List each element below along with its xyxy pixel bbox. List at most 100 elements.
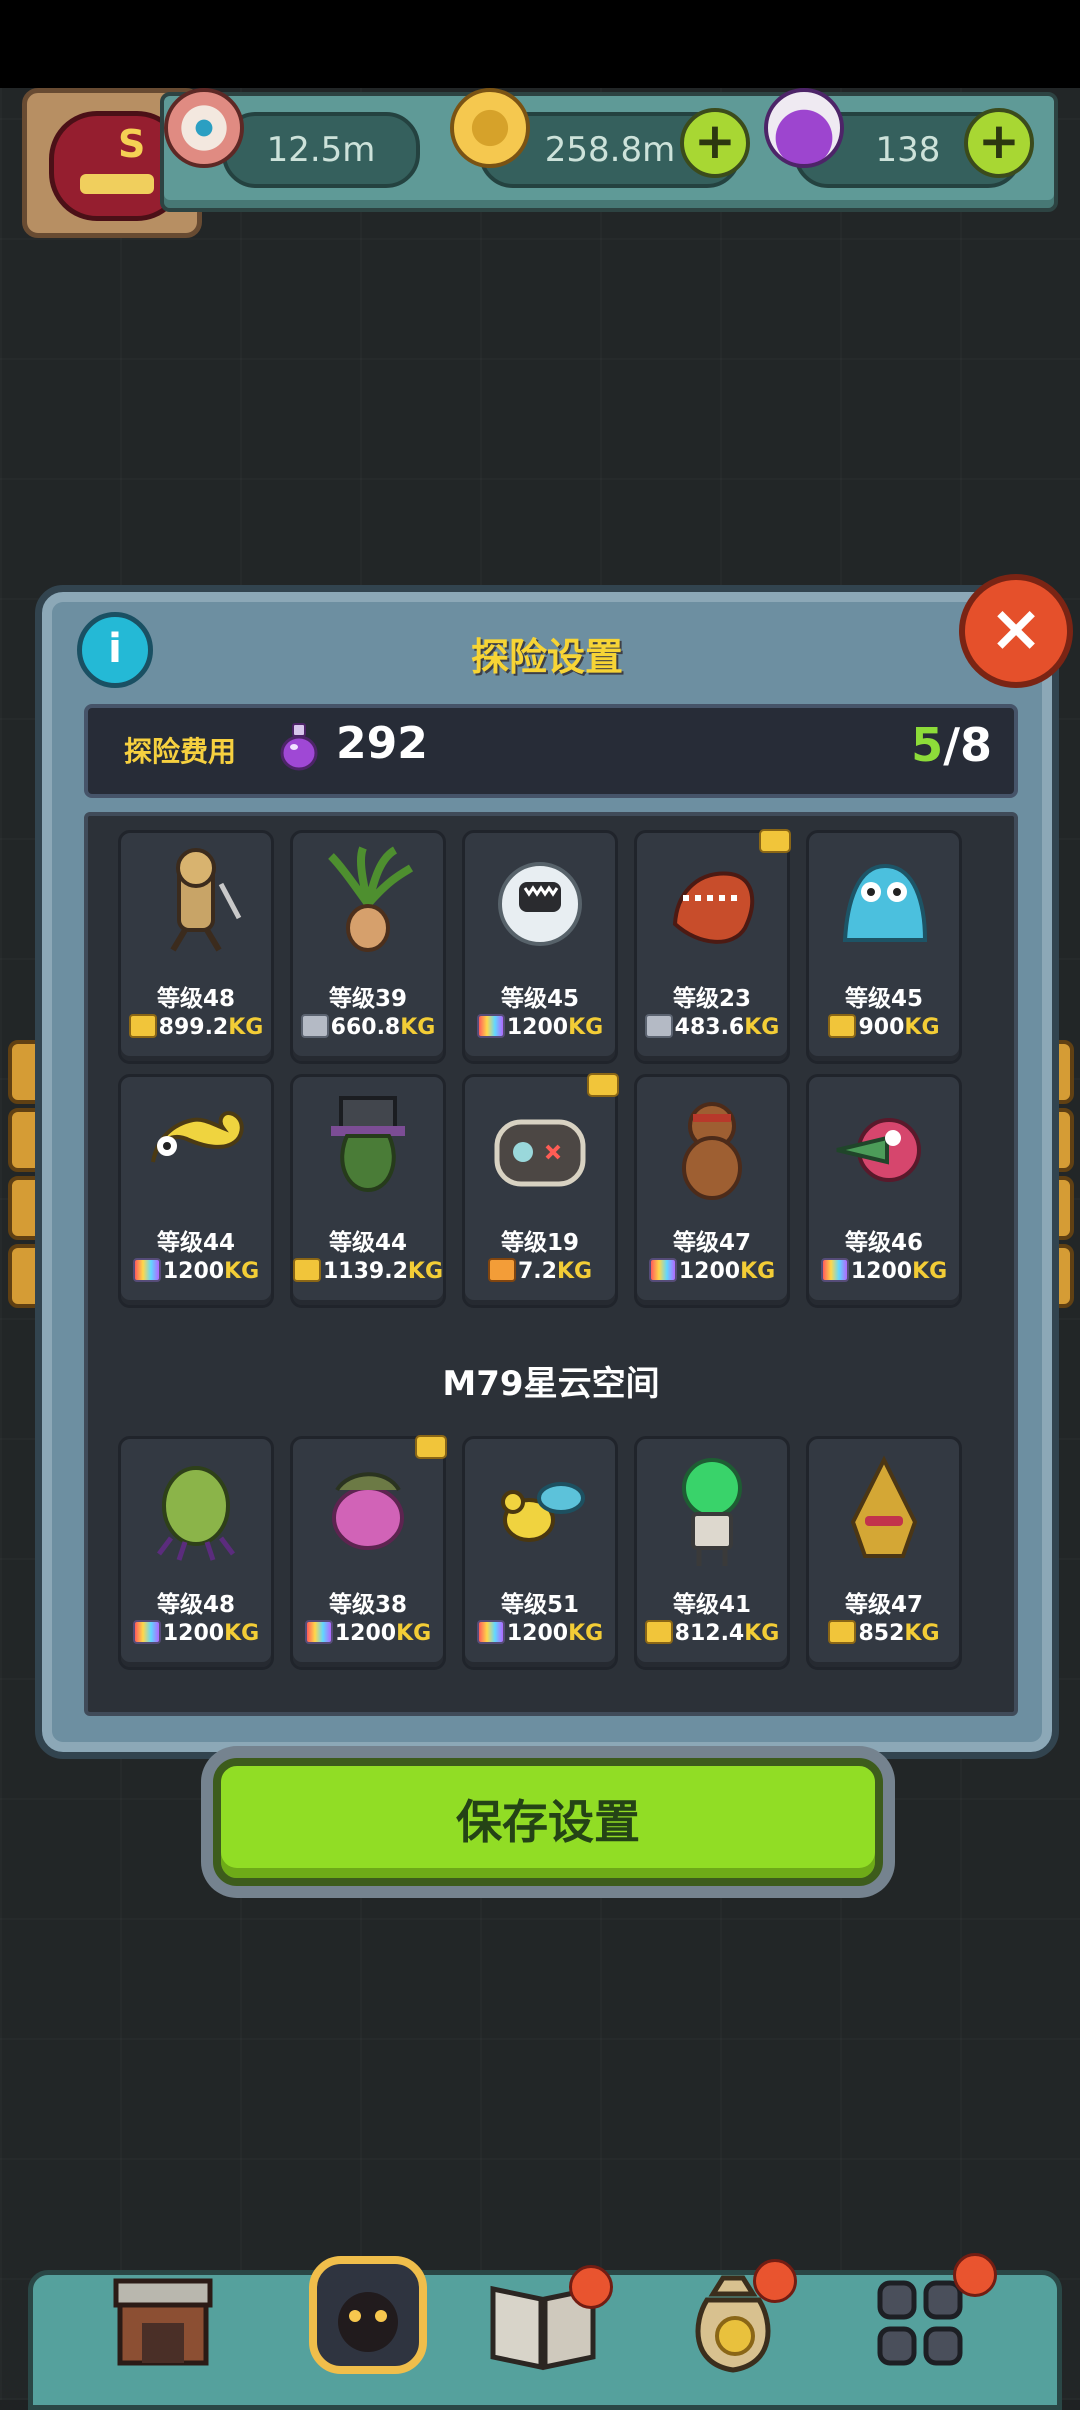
weight-icon [828,1620,857,1644]
monster-level: 等级51 [500,1592,579,1618]
weight-icon [644,1014,673,1038]
monster-card[interactable]: 等级46 1200KG [806,1074,962,1308]
nav-book[interactable] [483,2259,613,2389]
expedition-slot-count: 5/8 [911,718,992,772]
monster-level: 等级19 [500,1230,579,1256]
expedition-cost-bar: 探险费用 292 5/8 [84,704,1018,798]
eye-icon [164,88,244,168]
monster-card[interactable]: 等级48 1200KG [118,1436,274,1670]
weight-unit: KG [744,1621,780,1646]
brown-bear-icon [655,1085,769,1215]
monster-card[interactable]: 等级38 1200KG [290,1435,447,1670]
monster-weight: 1200KG [121,1620,271,1646]
monster-level: 等级44 [156,1230,235,1256]
weight-value: 660.8 [330,1015,401,1040]
monster-weight: 899.2KG [121,1014,271,1040]
special-badge-icon [759,829,791,853]
weight-icon [304,1620,333,1644]
monster-card[interactable]: 等级19 7.2KG [462,1073,619,1308]
weight-value: 483.6 [674,1015,745,1040]
slot-count-total: /8 [943,718,992,772]
monster-card[interactable]: 等级48 899.2KG [118,830,274,1064]
weight-value: 7.2 [517,1259,557,1284]
weight-icon [128,1014,157,1038]
weight-unit: KG [904,1015,940,1040]
weight-unit: KG [904,1621,940,1646]
monster-weight: 1200KG [465,1014,615,1040]
weight-value: 852 [858,1621,905,1646]
weight-icon [648,1258,677,1282]
monster-level: 等级39 [328,986,407,1012]
weight-icon [132,1258,161,1282]
coin-count: 258.8m [544,130,676,170]
monster-card[interactable]: 等级47 1200KG [634,1074,790,1308]
monster-weight: 1200KG [809,1258,959,1284]
weight-unit: KG [400,1015,436,1040]
monster-card[interactable]: 等级23 483.6KG [634,829,791,1064]
monster-level: 等级44 [328,1230,407,1256]
monster-grid: 等级48 899.2KG 等级39 660.8KG 等级45 1200KG 等级23 483.… [84,812,1018,1716]
weight-value: 1139.2 [323,1259,408,1284]
monster-level: 等级48 [156,1592,235,1618]
section-label: M79星云空间 [442,1364,660,1404]
rank-dots [80,174,154,194]
yeti-icon [483,841,597,971]
weight-unit: KG [407,1259,444,1284]
button-beast-icon [483,1085,597,1215]
nav-shop[interactable] [103,2259,223,2389]
monster-lair-icon [309,2256,427,2374]
monster-level: 等级45 [844,986,923,1012]
save-settings-button[interactable]: 保存设置 [213,1758,883,1886]
weight-unit: KG [740,1259,776,1284]
monster-card[interactable]: 等级44 1139.2KG [290,1074,446,1308]
special-badge-icon [415,1435,447,1459]
mandrake-icon [311,841,425,971]
monster-weight: 7.2KG [465,1258,615,1284]
weight-icon [300,1014,329,1038]
potion-count: 138 [875,130,941,170]
monster-card[interactable]: 等级51 1200KG [462,1436,618,1670]
weight-unit: KG [224,1259,260,1284]
weight-value: 1200 [850,1259,913,1284]
blue-slime-icon [827,841,941,971]
add-potions-button[interactable]: + [964,108,1034,178]
weight-unit: KG [568,1621,604,1646]
weight-unit: KG [224,1621,260,1646]
monster-weight: 660.8KG [293,1014,443,1040]
pine-cone-monster-icon [827,1447,941,1577]
weight-unit: KG [396,1621,432,1646]
monster-weight: 812.4KG [637,1620,787,1646]
monster-card[interactable]: 等级47 852KG [806,1436,962,1670]
nav-expedition[interactable] [293,2245,443,2375]
weight-value: 1200 [162,1259,225,1284]
nav-collection[interactable] [863,2253,997,2389]
shop-icon [113,2278,213,2366]
nav-bag[interactable] [673,2259,797,2389]
weight-value: 1200 [334,1621,397,1646]
cost-label: 探险费用 [124,735,237,768]
bee-icon [483,1447,597,1577]
add-coins-button[interactable]: + [680,108,750,178]
monster-weight: 1139.2KG [293,1258,444,1284]
monster-card[interactable]: 等级39 660.8KG [290,830,446,1064]
dialog-title: 探险设置 [470,635,623,679]
monster-level: 等级23 [672,986,751,1012]
monster-card[interactable]: 等级45 1200KG [462,830,618,1064]
croc-bird-icon [827,1085,941,1215]
weight-icon [828,1014,857,1038]
close-button[interactable]: × [959,574,1073,688]
weight-value: 899.2 [158,1015,229,1040]
coin-icon [450,88,530,168]
notification-badge [569,2265,613,2309]
weight-value: 1200 [506,1621,569,1646]
monster-weight: 1200KG [121,1258,271,1284]
weight-unit: KG [228,1015,264,1040]
monster-card[interactable]: 等级44 1200KG [118,1074,274,1308]
green-seed-creature-icon [139,1447,253,1577]
weight-value: 1200 [678,1259,741,1284]
red-dinosaur-icon [655,841,769,971]
monster-card[interactable]: 等级45 900KG [806,830,962,1064]
weight-unit: KG [568,1015,604,1040]
cost-value: 292 [336,718,428,769]
monster-card[interactable]: 等级41 812.4KG [634,1436,790,1670]
